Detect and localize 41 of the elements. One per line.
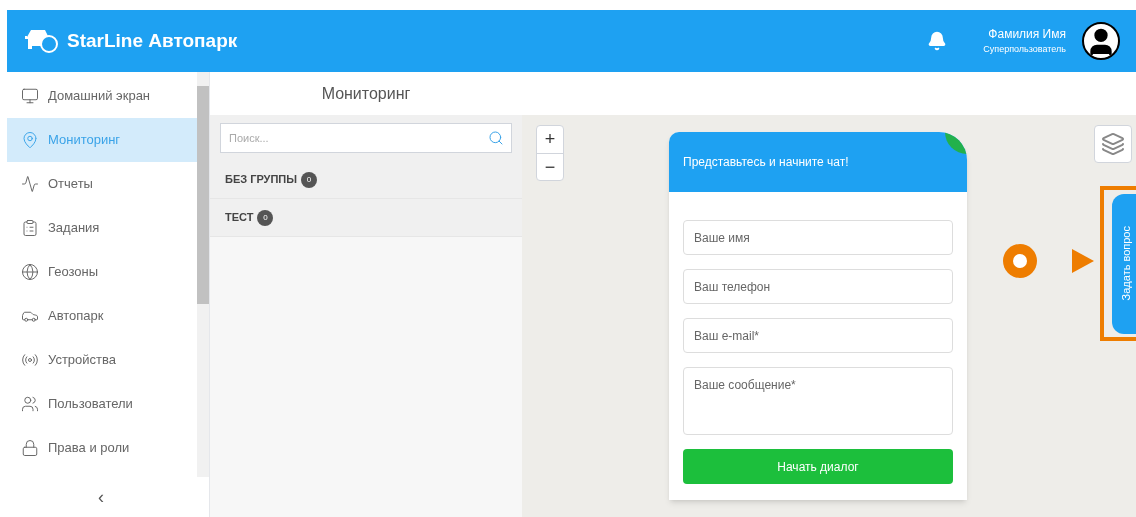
group-row[interactable]: ТЕСТ 0: [210, 199, 522, 237]
antenna-icon: [21, 351, 39, 369]
zoom-out-button[interactable]: −: [537, 154, 563, 181]
brand-title: StarLine Автопарк: [67, 28, 238, 53]
group-row[interactable]: БЕЗ ГРУППЫ 0: [210, 161, 522, 199]
group-name: БЕЗ ГРУППЫ: [225, 172, 298, 188]
chat-title: Представьтесь и начните чат!: [683, 154, 849, 171]
user-name: Фамилия Имя: [988, 26, 1066, 44]
clipboard-icon: [21, 219, 39, 237]
group-count: 0: [301, 171, 318, 188]
sidebar-item[interactable]: Геозоны: [7, 250, 197, 294]
map-pin-icon: [21, 131, 39, 149]
sidebar-item[interactable]: Задания: [7, 206, 197, 250]
users-icon: [21, 395, 39, 413]
layers-icon: [1101, 132, 1125, 156]
sidebar-item[interactable]: Устройства: [7, 338, 197, 382]
avatar-icon[interactable]: [1082, 22, 1120, 60]
globe-icon: [21, 263, 39, 281]
sidebar-item[interactable]: Домашний экран: [7, 74, 197, 118]
layers-button[interactable]: [1094, 125, 1132, 163]
input-field[interactable]: Ваш e-mail*: [683, 318, 953, 353]
zoom-in-button[interactable]: +: [537, 126, 563, 154]
sidebar-item[interactable]: Отчеты: [7, 162, 197, 206]
panel-title: Мониторинг: [210, 72, 522, 115]
input-field[interactable]: Ваш телефон: [683, 269, 953, 304]
notifications-bell-icon[interactable]: [927, 31, 948, 51]
lock-icon: [21, 439, 39, 457]
search-icon[interactable]: [488, 130, 504, 146]
message-field[interactable]: Ваше сообщение*: [683, 367, 953, 435]
group-count: 0: [257, 209, 274, 226]
sidebar-item[interactable]: Автопарк: [7, 294, 197, 338]
chart-line-icon: [21, 175, 39, 193]
search-field[interactable]: Поиск...: [220, 123, 512, 153]
collapse-button[interactable]: ‹: [7, 477, 209, 517]
user-role: Суперпользователь: [983, 43, 1066, 57]
monitor-icon: [21, 87, 39, 105]
sidebar-item[interactable]: Права и роли: [7, 426, 197, 470]
group-name: ТЕСТ: [225, 210, 254, 226]
sidebar-item[interactable]: Пользователи: [7, 382, 197, 426]
car-logo-icon: [23, 27, 59, 55]
input-field[interactable]: Ваше имя: [683, 220, 953, 255]
